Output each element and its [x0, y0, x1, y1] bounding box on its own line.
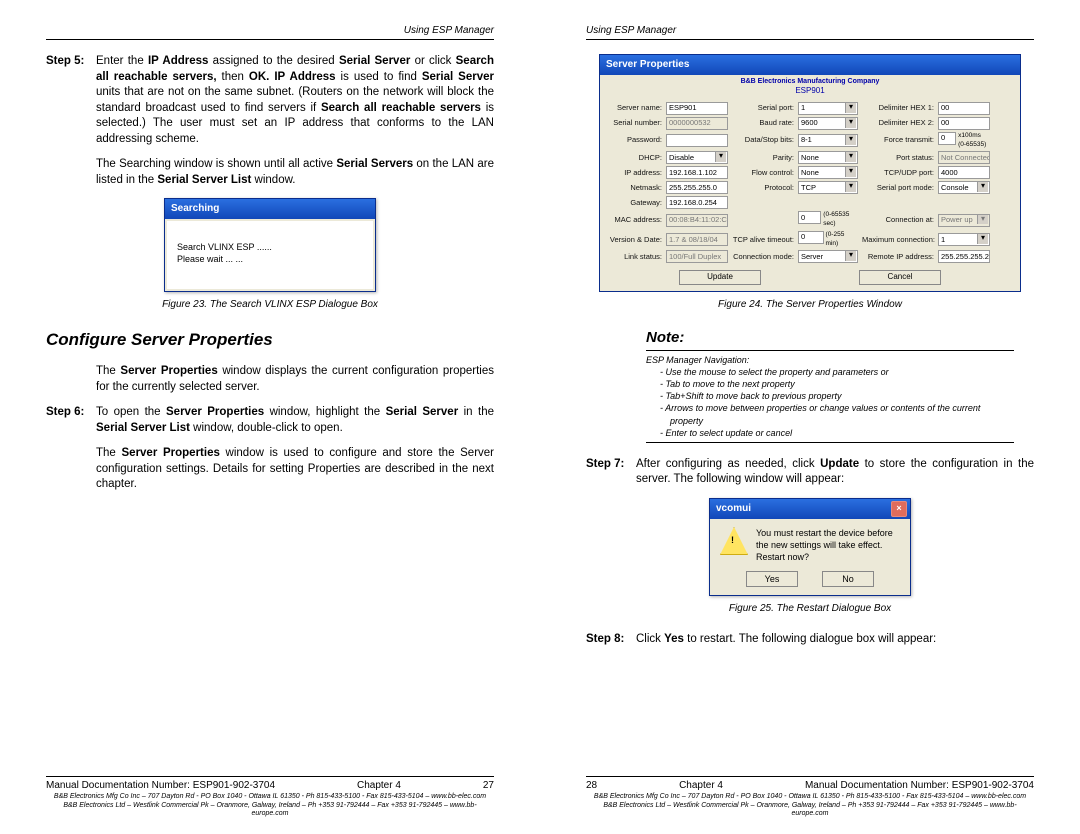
datastop-select[interactable]: 8-1 [798, 134, 858, 147]
searching-dialog: Searching Search VLINX ESP ...... Please… [164, 198, 376, 292]
serialportmode-select[interactable]: Console [938, 181, 990, 194]
maxconn-select[interactable]: 1 [938, 233, 990, 246]
force-transmit-input[interactable]: 0 [938, 132, 956, 145]
update-button[interactable]: Update [679, 270, 761, 285]
ip-input[interactable]: 192.168.1.102 [666, 166, 728, 179]
note-body: ESP Manager Navigation: Use the mouse to… [646, 350, 1014, 443]
password-input[interactable] [666, 134, 728, 147]
figure-25-caption: Figure 25. The Restart Dialogue Box [586, 602, 1034, 616]
step-5: Step 5: Enter the IP Address assigned to… [46, 54, 494, 147]
yes-button[interactable]: Yes [746, 571, 798, 587]
note-heading: Note: [646, 328, 1034, 348]
running-header: Using ESP Manager [586, 25, 1034, 40]
figure-23-caption: Figure 23. The Search VLINX ESP Dialogue… [46, 298, 494, 312]
remoteip-input[interactable]: 255.255.255.255 [938, 250, 990, 263]
close-icon[interactable]: × [891, 501, 907, 517]
dialog-title: Searching [165, 199, 375, 219]
delim-hex2-input[interactable]: 00 [938, 117, 990, 130]
paragraph: The Searching window is shown until all … [96, 157, 494, 188]
cancel-button[interactable]: Cancel [859, 270, 941, 285]
tcpudp-input[interactable]: 4000 [938, 166, 990, 179]
page-27: Using ESP Manager Step 5: Enter the IP A… [0, 0, 540, 834]
page-28: Using ESP Manager Server Properties B&B … [540, 0, 1080, 834]
serial-port-select[interactable]: 1 [798, 102, 858, 115]
flow-select[interactable]: None [798, 166, 858, 179]
server-properties-window: Server Properties B&B Electronics Manufa… [599, 54, 1021, 292]
dialog-title: vcomui [716, 502, 751, 516]
running-header: Using ESP Manager [46, 25, 494, 40]
dhcp-select[interactable]: Disable [666, 151, 728, 164]
server-name-input[interactable]: ESP901 [666, 102, 728, 115]
page-footer: 28 Chapter 4 Manual Documentation Number… [586, 776, 1034, 819]
tcpalive-a-input[interactable]: 0 [798, 211, 821, 224]
figure-24-caption: Figure 24. The Server Properties Window [586, 298, 1034, 312]
parity-select[interactable]: None [798, 151, 858, 164]
step-7: Step 7: After configuring as needed, cli… [586, 457, 1034, 488]
tcpalive-b-input[interactable]: 0 [798, 231, 824, 244]
warning-icon [720, 527, 748, 555]
no-button[interactable]: No [822, 571, 874, 587]
dialog-title: Server Properties [600, 55, 1020, 75]
vcomui-dialog: vcomui × You must restart the device bef… [709, 498, 911, 597]
page-body: Step 5: Enter the IP Address assigned to… [46, 54, 494, 776]
page-body: Server Properties B&B Electronics Manufa… [586, 54, 1034, 776]
page-footer: Manual Documentation Number: ESP901-902-… [46, 776, 494, 819]
step-8: Step 8: Click Yes to restart. The follow… [586, 632, 1034, 648]
delim-hex1-input[interactable]: 00 [938, 102, 990, 115]
heading-configure: Configure Server Properties [46, 329, 494, 352]
netmask-input[interactable]: 255.255.255.0 [666, 181, 728, 194]
gateway-input[interactable]: 192.168.0.254 [666, 196, 728, 209]
step-6: Step 6: To open the Server Properties wi… [46, 405, 494, 436]
connmode-select[interactable]: Server [798, 250, 858, 263]
protocol-select[interactable]: TCP [798, 181, 858, 194]
property-grid: Server name:ESP901 Serial port:1 Delimit… [600, 99, 1020, 267]
baud-select[interactable]: 9600 [798, 117, 858, 130]
dialog-message: You must restart the device before the n… [756, 527, 900, 563]
